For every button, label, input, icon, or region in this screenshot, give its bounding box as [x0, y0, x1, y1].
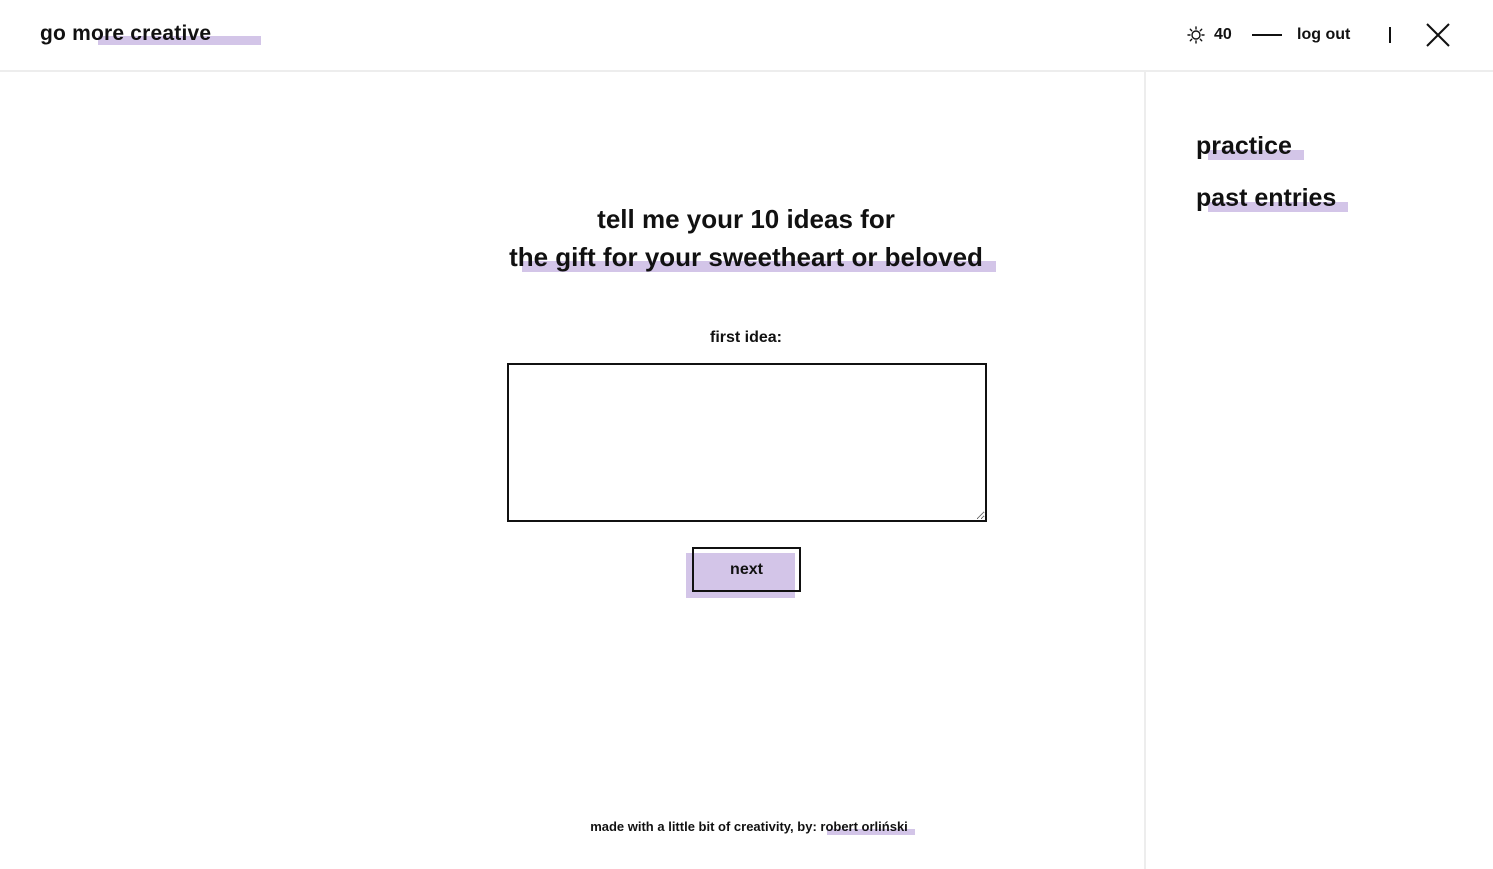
logout-link[interactable]: log out: [1297, 26, 1350, 44]
author-link[interactable]: robert orliński: [820, 819, 916, 835]
top-bar: go more creative 40 log out: [0, 0, 1493, 72]
idea-input[interactable]: [507, 363, 987, 522]
sidebar-item-past-entries[interactable]: past entries: [1196, 184, 1349, 213]
brand-logo[interactable]: go more creative: [40, 22, 262, 46]
prompt-topic: the gift for your sweetheart or beloved: [509, 242, 996, 272]
divider-dash: [1252, 34, 1282, 36]
footer: made with a little bit of creativity, by…: [440, 819, 1058, 835]
idea-label: first idea:: [709, 329, 782, 346]
sidebar-item-practice[interactable]: practice: [1196, 132, 1304, 161]
prompt-line-1: tell me your 10 ideas for: [597, 204, 895, 234]
points-count: 40: [1214, 26, 1232, 43]
close-icon[interactable]: [1425, 22, 1451, 48]
sun-icon: [1187, 26, 1205, 44]
footer-text: made with a little bit of creativity, by…: [590, 819, 821, 834]
divider-bar: [1389, 27, 1391, 43]
next-button[interactable]: next: [692, 547, 801, 592]
sidebar-nav: practice past entries: [1144, 72, 1493, 869]
prompt-line-2: the gift for your sweetheart or beloved: [440, 242, 1052, 273]
